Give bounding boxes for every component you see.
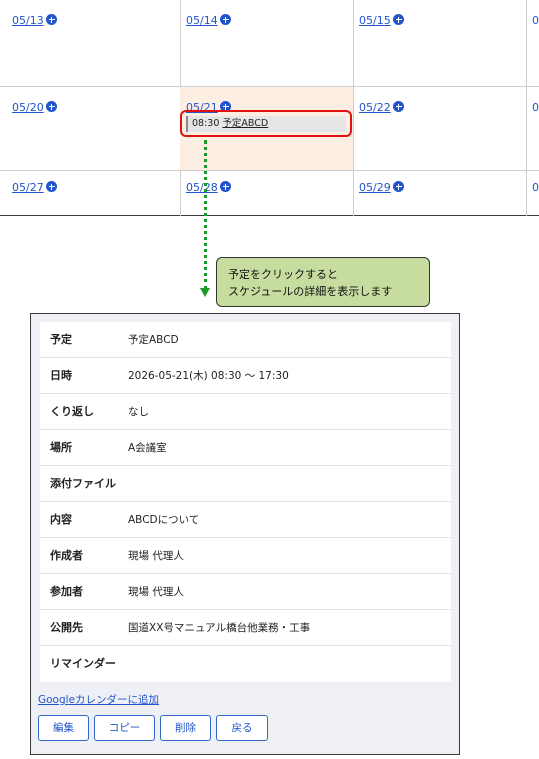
day-cell: 05/29	[353, 171, 527, 216]
detail-row-location: 場所 A会議室	[40, 430, 451, 466]
add-to-google-calendar-link[interactable]: Googleカレンダーに追加	[38, 692, 159, 707]
calendar-week-row: 05/13 05/14 05/15 0	[0, 0, 539, 86]
detail-label: くり返し	[50, 405, 94, 418]
arrow-down-icon	[200, 288, 210, 297]
add-event-icon[interactable]	[46, 14, 57, 25]
truncated-date-link[interactable]: 0	[532, 101, 539, 114]
dotted-arrow-line	[204, 140, 207, 290]
detail-row-content: 内容 ABCDについて	[40, 502, 451, 538]
delete-button[interactable]: 削除	[160, 715, 211, 741]
back-button[interactable]: 戻る	[216, 715, 268, 741]
highlight-outline	[180, 110, 352, 137]
date-link[interactable]: 05/13	[12, 14, 44, 27]
add-event-icon[interactable]	[220, 14, 231, 25]
detail-row-datetime: 日時 2026-05-21(木) 08:30 ～ 17:30	[40, 358, 451, 394]
detail-label: 内容	[50, 513, 72, 526]
add-event-icon[interactable]	[393, 101, 404, 112]
day-cell: 05/27	[0, 171, 181, 216]
day-cell: 05/22	[353, 87, 527, 171]
day-cell: 05/20	[0, 87, 181, 171]
date-link[interactable]: 05/14	[186, 14, 218, 27]
detail-value: 現場 代理人	[128, 550, 184, 562]
calendar-grid: 05/13 05/14 05/15 0 05/20 05/21 05/22 0	[0, 0, 539, 216]
truncated-date-link[interactable]: 0	[532, 14, 539, 27]
day-cell: 05/15	[353, 0, 527, 86]
detail-value: ABCDについて	[128, 514, 200, 526]
detail-row-visibility: 公開先 国道XX号マニュアル橋台他業務・工事	[40, 610, 451, 646]
date-link[interactable]: 05/29	[359, 181, 391, 194]
day-cell: 05/14	[180, 0, 354, 86]
copy-button[interactable]: コピー	[94, 715, 155, 741]
detail-label: 参加者	[50, 585, 83, 598]
detail-row-creator: 作成者 現場 代理人	[40, 538, 451, 574]
add-event-icon[interactable]	[393, 14, 404, 25]
detail-value: 2026-05-21(木) 08:30 ～ 17:30	[128, 370, 289, 382]
detail-table: 予定 予定ABCD 日時 2026-05-21(木) 08:30 ～ 17:30…	[40, 322, 451, 682]
detail-row-repeat: くり返し なし	[40, 394, 451, 430]
add-event-icon[interactable]	[46, 101, 57, 112]
date-link[interactable]: 05/15	[359, 14, 391, 27]
detail-label: 作成者	[50, 549, 83, 562]
add-event-icon[interactable]	[393, 181, 404, 192]
detail-label: 場所	[50, 441, 72, 454]
detail-row-participants: 参加者 現場 代理人	[40, 574, 451, 610]
detail-row-attachment: 添付ファイル	[40, 466, 451, 502]
calendar-week-row: 05/27 05/28 05/29 0	[0, 170, 539, 216]
add-event-icon[interactable]	[46, 181, 57, 192]
detail-label: 日時	[50, 369, 72, 382]
detail-label: 公開先	[50, 621, 83, 634]
date-link[interactable]: 05/20	[12, 101, 44, 114]
date-link[interactable]: 05/28	[186, 181, 218, 194]
day-cell: 05/13	[0, 0, 181, 86]
detail-label: リマインダー	[50, 657, 116, 670]
add-event-icon[interactable]	[220, 181, 231, 192]
detail-row-title: 予定 予定ABCD	[40, 322, 451, 358]
detail-value: 予定ABCD	[128, 334, 179, 346]
callout-note: 予定をクリックすると スケジュールの詳細を表示します	[216, 257, 430, 307]
date-link[interactable]: 05/27	[12, 181, 44, 194]
detail-value: なし	[128, 406, 149, 418]
detail-value: A会議室	[128, 442, 167, 454]
event-detail-panel: 予定 予定ABCD 日時 2026-05-21(木) 08:30 ～ 17:30…	[30, 313, 460, 755]
detail-label: 予定	[50, 333, 72, 346]
detail-value: 現場 代理人	[128, 586, 184, 598]
detail-row-reminder: リマインダー	[40, 646, 451, 682]
truncated-date-link[interactable]: 0	[532, 181, 539, 194]
callout-line-2: スケジュールの詳細を表示します	[228, 285, 393, 298]
detail-value: 国道XX号マニュアル橋台他業務・工事	[128, 622, 311, 634]
detail-label: 添付ファイル	[50, 477, 116, 490]
date-link[interactable]: 05/22	[359, 101, 391, 114]
callout-line-1: 予定をクリックすると	[228, 268, 338, 281]
edit-button[interactable]: 編集	[38, 715, 89, 741]
